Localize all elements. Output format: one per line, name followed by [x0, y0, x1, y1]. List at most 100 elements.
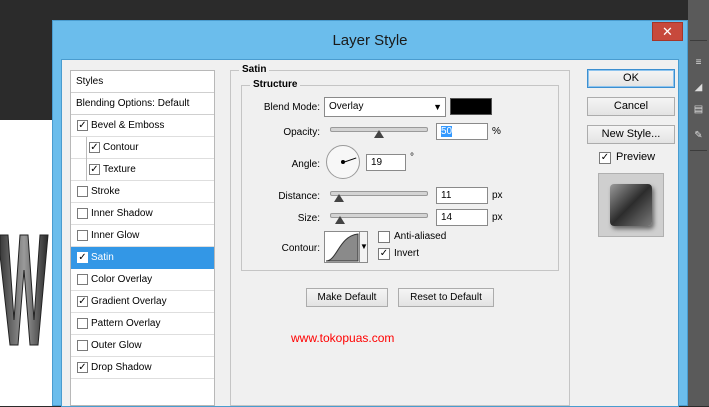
- styles-header[interactable]: Styles: [71, 71, 214, 93]
- distance-unit: px: [492, 190, 503, 201]
- chevron-down-icon: ▼: [360, 242, 368, 251]
- style-item-checkbox[interactable]: [77, 318, 88, 329]
- dialog-body: Styles Blending Options: Default ✓ Bevel …: [61, 59, 679, 407]
- style-item-label: Inner Glow: [91, 230, 140, 241]
- style-item-label: Contour: [103, 142, 139, 153]
- blending-options-item[interactable]: Blending Options: Default: [71, 93, 214, 115]
- style-item-inner-shadow[interactable]: Inner Shadow: [71, 203, 214, 225]
- style-item-satin[interactable]: ✓ Satin: [71, 247, 214, 269]
- size-slider-thumb[interactable]: [335, 216, 345, 224]
- style-item-contour[interactable]: ✓ Contour: [71, 137, 214, 159]
- dialog-titlebar[interactable]: Layer Style ✕: [53, 21, 687, 59]
- style-item-checkbox[interactable]: ✓: [77, 252, 88, 263]
- style-item-checkbox[interactable]: [77, 274, 88, 285]
- chevron-down-icon: ▼: [433, 102, 442, 112]
- close-button[interactable]: ✕: [652, 22, 683, 41]
- style-item-checkbox[interactable]: [77, 340, 88, 351]
- size-unit: px: [492, 212, 503, 223]
- style-item-checkbox[interactable]: [77, 230, 88, 241]
- style-item-label: Outer Glow: [91, 340, 142, 351]
- layer-style-dialog: Layer Style ✕ Styles Blending Options: D…: [52, 20, 688, 407]
- opacity-slider-thumb[interactable]: [374, 130, 384, 138]
- blend-mode-select[interactable]: Overlay ▼: [324, 97, 446, 117]
- blend-mode-label: Blend Mode:: [263, 102, 320, 113]
- style-item-gradient-overlay[interactable]: ✓ Gradient Overlay: [71, 291, 214, 313]
- style-item-checkbox[interactable]: [77, 186, 88, 197]
- style-item-drop-shadow[interactable]: ✓ Drop Shadow: [71, 357, 214, 379]
- distance-input[interactable]: 11: [436, 187, 488, 204]
- style-item-outer-glow[interactable]: Outer Glow: [71, 335, 214, 357]
- style-item-label: Bevel & Emboss: [91, 120, 165, 131]
- structure-group-title: Structure: [250, 79, 301, 90]
- opacity-value: 50: [441, 126, 453, 137]
- close-icon: ✕: [662, 24, 673, 39]
- opacity-label: Opacity:: [283, 127, 320, 138]
- angle-unit: °: [410, 152, 414, 163]
- panel-tool-icon[interactable]: ✎: [691, 128, 706, 143]
- angle-input[interactable]: 19: [366, 154, 406, 171]
- style-item-label: Color Overlay: [91, 274, 153, 285]
- panel-tool-icon[interactable]: ◢: [691, 80, 706, 95]
- size-input[interactable]: 14: [436, 209, 488, 226]
- panel-separator: [690, 40, 707, 41]
- panel-tool-icon[interactable]: ≡: [691, 55, 706, 70]
- distance-slider-thumb[interactable]: [334, 194, 344, 202]
- styles-list: Styles Blending Options: Default ✓ Bevel …: [70, 70, 215, 406]
- anti-aliased-label: Anti-aliased: [394, 231, 447, 242]
- style-item-label: Inner Shadow: [91, 208, 153, 219]
- canvas-artwork: [0, 225, 52, 350]
- cancel-button[interactable]: Cancel: [587, 97, 675, 116]
- ok-button[interactable]: OK: [587, 69, 675, 88]
- watermark-text: www.tokopuas.com: [291, 331, 395, 345]
- preview-checkbox[interactable]: ✓: [599, 152, 611, 164]
- distance-label: Distance:: [278, 191, 320, 202]
- tools-panel: ≡ ◢ ▤ ✎: [688, 0, 709, 406]
- angle-center-dot: [341, 160, 345, 164]
- style-item-inner-glow[interactable]: Inner Glow: [71, 225, 214, 247]
- style-item-checkbox[interactable]: ✓: [77, 120, 88, 131]
- style-item-label: Pattern Overlay: [91, 318, 161, 329]
- new-style-button[interactable]: New Style...: [587, 125, 675, 144]
- panel-tool-icon[interactable]: ▤: [691, 102, 706, 117]
- opacity-unit: %: [492, 126, 501, 137]
- reset-to-default-button[interactable]: Reset to Default: [398, 288, 494, 307]
- style-item-texture[interactable]: ✓ Texture: [71, 159, 214, 181]
- style-item-checkbox[interactable]: ✓: [89, 164, 100, 175]
- size-label: Size:: [297, 213, 320, 224]
- style-item-checkbox[interactable]: ✓: [77, 362, 88, 373]
- invert-label: Invert: [394, 248, 420, 259]
- preview-label: Preview: [616, 151, 656, 163]
- structure-group: Structure Blend Mode: Overlay ▼ Opacity:…: [241, 79, 559, 271]
- opacity-input[interactable]: 50: [436, 123, 488, 140]
- contour-picker[interactable]: [324, 231, 360, 263]
- style-item-stroke[interactable]: Stroke: [71, 181, 214, 203]
- contour-curve-icon: [325, 233, 359, 262]
- contour-dropdown-button[interactable]: ▼: [359, 231, 368, 263]
- sub-item-connector: [86, 137, 87, 159]
- blend-color-swatch[interactable]: [450, 98, 492, 115]
- style-item-label: Stroke: [91, 186, 120, 197]
- style-item-label: Gradient Overlay: [91, 296, 167, 307]
- make-default-button[interactable]: Make Default: [306, 288, 388, 307]
- style-item-checkbox[interactable]: ✓: [77, 296, 88, 307]
- angle-dial[interactable]: [326, 145, 360, 179]
- sub-item-connector: [86, 159, 87, 181]
- panel-separator: [690, 150, 707, 151]
- distance-slider[interactable]: [330, 191, 428, 196]
- style-item-checkbox[interactable]: [77, 208, 88, 219]
- preview-swatch: [610, 184, 652, 226]
- style-item-label: Drop Shadow: [91, 362, 152, 373]
- style-item-label: Texture: [103, 164, 136, 175]
- contour-label: Contour:: [281, 243, 320, 254]
- satin-group-title: Satin: [239, 64, 270, 75]
- invert-checkbox[interactable]: ✓: [378, 248, 390, 260]
- style-item-pattern-overlay[interactable]: Pattern Overlay: [71, 313, 214, 335]
- angle-label: Angle:: [291, 159, 320, 170]
- dialog-title: Layer Style: [332, 32, 408, 49]
- satin-group: Satin Structure Blend Mode: Overlay ▼ Op…: [230, 64, 570, 406]
- style-item-checkbox[interactable]: ✓: [89, 142, 100, 153]
- style-item-color-overlay[interactable]: Color Overlay: [71, 269, 214, 291]
- style-item-bevel-emboss[interactable]: ✓ Bevel & Emboss: [71, 115, 214, 137]
- anti-aliased-checkbox[interactable]: [378, 231, 390, 243]
- style-item-label: Satin: [91, 252, 114, 263]
